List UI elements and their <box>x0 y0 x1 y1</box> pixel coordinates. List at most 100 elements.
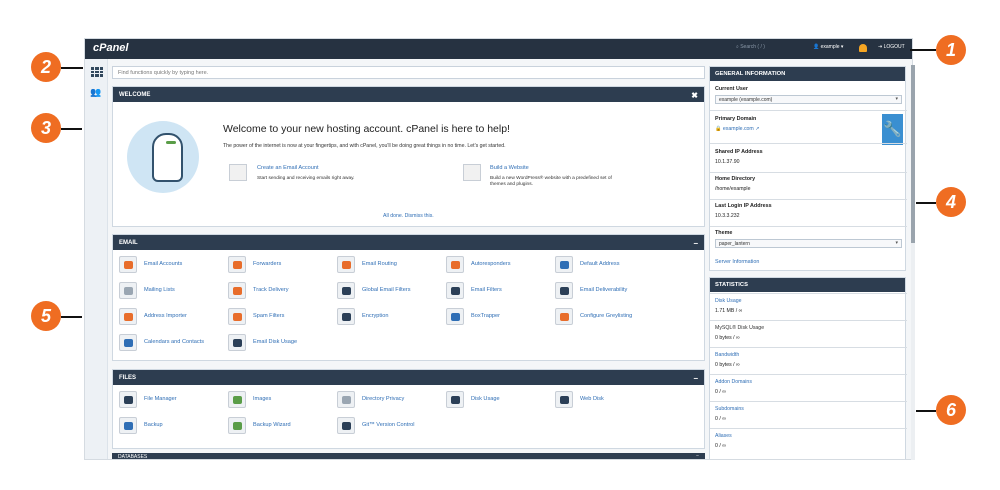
general-information-panel: GENERAL INFORMATION Current User example… <box>709 66 907 271</box>
dismiss-link[interactable]: All done. Dismiss this. <box>383 213 434 219</box>
email-tool[interactable]: Email Disk Usage <box>228 334 336 352</box>
default-address-icon <box>555 256 573 273</box>
databases-panel-header[interactable]: DATABASES − <box>112 453 705 459</box>
files-tool[interactable]: Images <box>228 391 336 409</box>
email-tool[interactable]: Autoresponders <box>446 256 554 274</box>
files-tool-label: Images <box>253 396 272 402</box>
mailing-lists-icon <box>119 282 137 299</box>
files-tool[interactable]: Git™ Version Control <box>337 417 445 435</box>
statistic-value: 0 / ∞ <box>715 443 726 449</box>
quick-search-input[interactable]: Find functions quickly by typing here. <box>112 66 705 79</box>
configure-greylisting-icon <box>555 308 573 325</box>
statistic-label[interactable]: Disk Usage <box>715 298 902 304</box>
web-disk-icon <box>555 391 573 408</box>
files-tool[interactable]: Disk Usage <box>446 391 554 409</box>
current-user-field: Current User example (example.com) <box>715 86 902 104</box>
cpanel-window: cPanel ⌕ Search ( / ) 👤 example ▾ ⇥ LOGO… <box>84 38 913 460</box>
statistic-value: 0 bytes / ∞ <box>715 335 740 341</box>
files-tool[interactable]: Backup <box>119 417 227 435</box>
email-tool[interactable]: Email Routing <box>337 256 445 274</box>
email-tool-label: Autoresponders <box>471 261 511 267</box>
files-tool[interactable]: File Manager <box>119 391 227 409</box>
statistics-row: Subdomains 0 / ∞ <box>710 401 907 427</box>
email-tool[interactable]: Email Filters <box>446 282 554 300</box>
welcome-title: Welcome to your new hosting account. cPa… <box>223 123 510 135</box>
statistic-label[interactable]: Bandwidth <box>715 352 902 358</box>
email-tool[interactable]: Calendars and Contacts <box>119 334 227 352</box>
server-information-link[interactable]: Server Information <box>715 259 902 265</box>
page-scrollbar-thumb[interactable] <box>911 65 915 243</box>
email-tool[interactable]: Email Accounts <box>119 256 227 274</box>
files-tool[interactable]: Web Disk <box>555 391 663 409</box>
backup-icon <box>119 417 137 434</box>
callout-6: 6 <box>936 395 966 425</box>
email-tool-label: Forwarders <box>253 261 282 267</box>
email-tool[interactable]: Global Email Filters <box>337 282 445 300</box>
user-icon: 👤 <box>813 44 821 50</box>
current-user-select[interactable]: example (example.com) <box>715 95 902 104</box>
files-tool-label: Backup Wizard <box>253 422 291 428</box>
email-tool[interactable]: Default Address <box>555 256 663 274</box>
email-filters-icon <box>446 282 464 299</box>
theme-select[interactable]: paper_lantern <box>715 239 902 248</box>
email-tool[interactable]: Track Delivery <box>228 282 336 300</box>
files-tool[interactable]: Backup Wizard <box>228 417 336 435</box>
statistic-label[interactable]: Addon Domains <box>715 379 902 385</box>
welcome-panel: WELCOME ✖ Welcome to your new hosting acc… <box>112 86 705 227</box>
email-tool[interactable]: Configure Greylisting <box>555 308 663 326</box>
apps-grid-icon[interactable] <box>91 67 103 77</box>
user-menu[interactable]: 👤 example ▾ <box>813 44 843 50</box>
email-tool[interactable]: Forwarders <box>228 256 336 274</box>
top-navigation-bar: cPanel ⌕ Search ( / ) 👤 example ▾ ⇥ LOGO… <box>85 39 912 59</box>
statistics-panel: STATISTICS Disk Usage 1.71 MB / ∞ MySQL® D… <box>709 277 907 459</box>
statistic-value: 1.71 MB / ∞ <box>715 308 743 314</box>
email-routing-icon <box>337 256 355 273</box>
email-tool[interactable]: Email Deliverability <box>555 282 663 300</box>
statistic-value: 0 bytes / ∞ <box>715 362 740 368</box>
callout-6-arrow <box>916 410 936 412</box>
email-tool-label: Encryption <box>362 313 389 319</box>
files-tool-label: File Manager <box>144 396 177 402</box>
callout-4-arrow <box>916 202 936 204</box>
statistic-label[interactable]: Aliases <box>715 433 902 439</box>
email-account-icon[interactable] <box>229 164 247 181</box>
create-email-link[interactable]: Create an Email Account <box>257 165 319 171</box>
notification-bell-icon[interactable] <box>859 44 867 52</box>
dinosaur-illustration <box>127 121 199 193</box>
email-tool[interactable]: Encryption <box>337 308 445 326</box>
email-tool-label: Email Routing <box>362 261 397 267</box>
build-website-link[interactable]: Build a Website <box>490 165 529 171</box>
email-tool-label: Email Filters <box>471 287 502 293</box>
statistic-value: 0 / ∞ <box>715 416 726 422</box>
users-icon[interactable]: 👥 <box>90 87 104 97</box>
email-tool[interactable]: Mailing Lists <box>119 282 227 300</box>
global-email-filters-icon <box>337 282 355 299</box>
header-search-field[interactable]: ⌕ Search ( / ) <box>736 44 765 50</box>
shared-ip-field: Shared IP Address 10.1.37.90 <box>715 149 763 165</box>
email-tool[interactable]: Address Importer <box>119 308 227 326</box>
files-tool-label: Git™ Version Control <box>362 422 415 428</box>
email-tool-label: Address Importer <box>144 313 187 319</box>
email-tool-label: Mailing Lists <box>144 287 175 293</box>
wrench-icon[interactable]: 🔧 <box>882 114 903 145</box>
directory-privacy-icon <box>337 391 355 408</box>
collapse-icon[interactable]: − <box>693 239 698 248</box>
email-tool-label: Calendars and Contacts <box>144 339 205 345</box>
email-tool[interactable]: Spam Filters <box>228 308 336 326</box>
collapse-icon[interactable]: − <box>696 453 699 459</box>
statistic-label[interactable]: Subdomains <box>715 406 902 412</box>
files-tool[interactable]: Directory Privacy <box>337 391 445 409</box>
logout-button[interactable]: ⇥ LOGOUT <box>878 44 905 50</box>
email-panel-header[interactable]: EMAIL − <box>113 235 704 250</box>
wordpress-icon[interactable] <box>463 164 481 181</box>
collapse-icon[interactable]: − <box>693 374 698 383</box>
email-tool[interactable]: BoxTrapper <box>446 308 554 326</box>
email-tool-label: Email Disk Usage <box>253 339 298 345</box>
statistics-row: Addon Domains 0 / ∞ <box>710 374 907 400</box>
close-icon[interactable]: ✖ <box>691 91 698 100</box>
statistics-row: MySQL® Disk Usage 0 bytes / ∞ <box>710 320 907 346</box>
boxtrapper-icon <box>446 308 464 325</box>
callout-4: 4 <box>936 187 966 217</box>
files-panel-header[interactable]: FILES − <box>113 370 704 385</box>
primary-domain-link[interactable]: 🔒 example.com ↗ <box>715 126 875 132</box>
